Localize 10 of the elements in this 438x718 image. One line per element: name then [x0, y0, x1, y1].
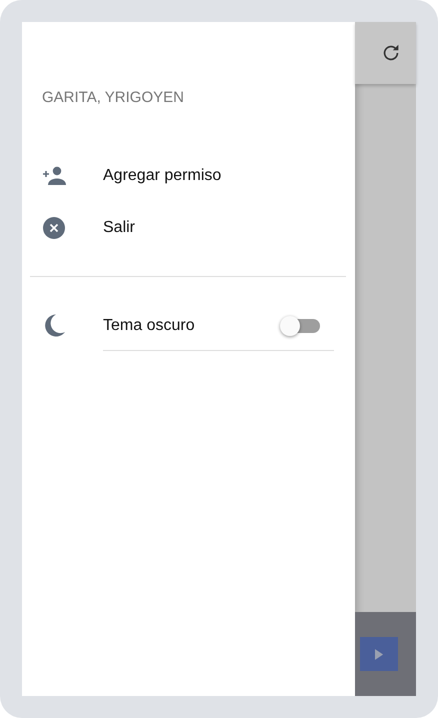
- toggle-label: Tema oscuro: [103, 316, 195, 334]
- close-circle-icon: [42, 216, 66, 240]
- add-user-icon: [42, 164, 66, 188]
- menu-item[interactable]: Salir: [22, 202, 355, 254]
- play-icon: [374, 648, 384, 660]
- dark-theme-switch[interactable]: [280, 316, 320, 336]
- menu-item[interactable]: Agregar permiso: [22, 150, 355, 202]
- moon-icon: [42, 313, 66, 337]
- drawer-header: GARITA, YRIGOYEN: [42, 89, 184, 106]
- play-button[interactable]: [360, 637, 398, 671]
